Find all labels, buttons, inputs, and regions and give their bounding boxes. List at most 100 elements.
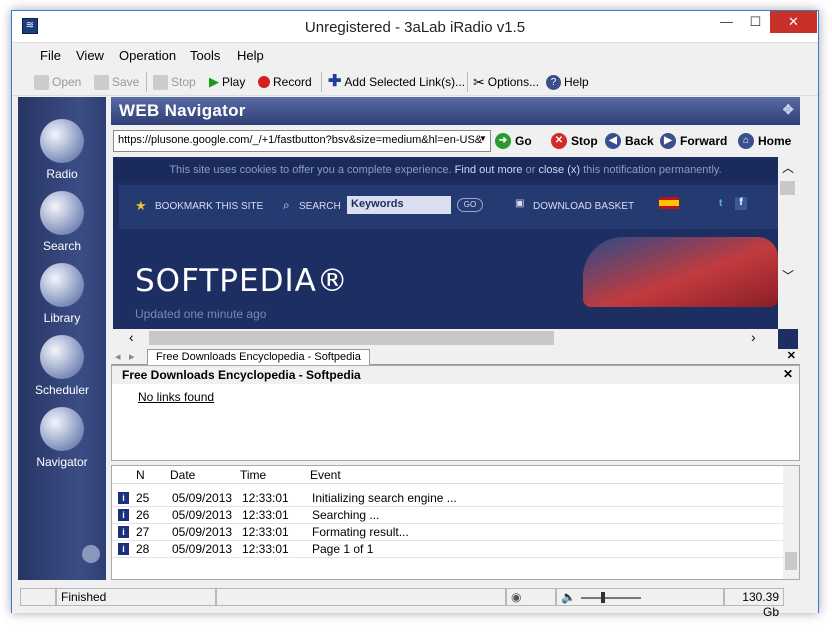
main-panel: WEB Navigator ✥ https://plusone.google.c… xyxy=(111,97,800,580)
column-header-time[interactable]: Time xyxy=(240,468,266,482)
open-button[interactable]: Open xyxy=(34,72,81,92)
chevron-down-icon[interactable]: ▼ xyxy=(479,134,487,143)
table-row[interactable]: i 27 05/09/2013 12:33:01 Formating resul… xyxy=(112,524,784,541)
scroll-down-icon[interactable]: ﹀ xyxy=(782,267,794,284)
scroll-left-icon[interactable]: ‹ xyxy=(129,329,134,345)
play-icon: ▶ xyxy=(209,74,219,89)
record-button[interactable]: Record xyxy=(258,72,312,92)
navigator-title: WEB Navigator xyxy=(119,101,246,120)
volume-control[interactable]: 🔈 xyxy=(556,588,724,606)
pin-icon[interactable]: ✥ xyxy=(783,102,794,118)
bookmark-link[interactable]: BOOKMARK THIS SITE xyxy=(155,201,263,212)
menu-file[interactable]: File xyxy=(40,48,61,63)
equalizer-icon[interactable] xyxy=(82,545,100,563)
toolbar-separator xyxy=(146,72,147,92)
indicator-icon: ◉ xyxy=(511,590,522,604)
menu-view[interactable]: View xyxy=(76,48,104,63)
radio-icon xyxy=(40,119,84,163)
url-input[interactable]: https://plusone.google.com/_/+1/fastbutt… xyxy=(113,130,491,152)
menu-help[interactable]: Help xyxy=(237,48,264,63)
menu-tools[interactable]: Tools xyxy=(190,48,220,63)
sidebar-item-library[interactable]: Library xyxy=(18,263,106,325)
twitter-icon[interactable]: t xyxy=(719,198,722,209)
title-bar[interactable]: ≋ Unregistered - 3aLab iRadio v1.5 — ☐ ✕ xyxy=(12,11,818,43)
table-row[interactable]: i 25 05/09/2013 12:33:01 Initializing se… xyxy=(112,490,784,507)
back-icon: ◀ xyxy=(605,133,621,149)
stop-navigation-button[interactable]: ✕ Stop xyxy=(551,132,598,150)
info-icon: i xyxy=(118,492,129,504)
plus-icon: ✚ xyxy=(328,73,342,90)
column-header-event[interactable]: Event xyxy=(310,468,341,482)
minimize-button[interactable]: — xyxy=(712,11,741,33)
toolbar-separator xyxy=(467,72,468,92)
scroll-thumb[interactable] xyxy=(149,331,554,345)
table-row[interactable]: i 26 05/09/2013 12:33:01 Searching ... xyxy=(112,507,784,524)
scroll-right-icon[interactable]: › xyxy=(751,329,756,345)
softpedia-logo[interactable]: SOFTPEDIA® xyxy=(135,263,349,299)
help-button[interactable]: ? Help xyxy=(546,72,589,92)
volume-track xyxy=(581,597,641,599)
site-go-button[interactable]: GO xyxy=(457,198,483,212)
scroll-up-icon[interactable]: ︿ xyxy=(782,159,794,176)
info-icon: i xyxy=(118,509,129,521)
back-button[interactable]: ◀ Back xyxy=(605,132,654,150)
tab-softpedia[interactable]: Free Downloads Encyclopedia - Softpedia xyxy=(147,349,370,365)
options-button[interactable]: ✂ Options... xyxy=(473,72,539,92)
web-view[interactable]: This site uses cookies to offer you a co… xyxy=(113,157,798,349)
sidebar-item-radio[interactable]: Radio xyxy=(18,119,106,181)
forward-icon: ▶ xyxy=(660,133,676,149)
url-row: https://plusone.google.com/_/+1/fastbutt… xyxy=(111,127,800,155)
updated-text: Updated one minute ago xyxy=(135,307,267,321)
magnifier-icon xyxy=(40,191,84,235)
column-header-n[interactable]: N xyxy=(136,468,145,482)
event-log: N Date Time Event i 25 05/09/2013 12:33:… xyxy=(111,465,800,580)
scroll-thumb[interactable] xyxy=(780,181,795,195)
sidebar: Radio Search Library Scheduler Navigator xyxy=(18,97,106,580)
disc-icon xyxy=(40,263,84,307)
toolbar: Open Save Stop ▶ Play Record ✚ Add Selecte… xyxy=(12,68,818,96)
maximize-button[interactable]: ☐ xyxy=(741,11,770,33)
clock-icon xyxy=(40,335,84,379)
search-icon: ⌕ xyxy=(283,198,290,212)
keywords-input[interactable]: Keywords xyxy=(347,196,451,214)
status-text: Finished xyxy=(56,588,216,606)
disk-space: 130.39 Gb xyxy=(724,588,784,619)
vertical-scrollbar[interactable]: ︿ ﹀ xyxy=(778,157,798,329)
tab-scroll-right-icon[interactable]: ▸ xyxy=(129,350,135,363)
close-tab-icon[interactable]: ✕ xyxy=(787,349,796,362)
forward-button[interactable]: ▶ Forward xyxy=(660,132,727,150)
close-cookie-link[interactable]: close (x) xyxy=(538,164,580,176)
find-out-more-link[interactable]: Find out more xyxy=(455,164,523,176)
record-icon xyxy=(258,76,270,88)
stop-button[interactable]: Stop xyxy=(153,72,196,92)
status-pane-progress xyxy=(216,588,506,606)
log-header: N Date Time Event xyxy=(112,466,784,484)
volume-slider-handle[interactable] xyxy=(601,592,605,603)
close-button[interactable]: ✕ xyxy=(770,11,817,33)
menu-bar: File View Operation Tools Help xyxy=(12,44,818,66)
close-links-panel-icon[interactable]: ✕ xyxy=(783,367,793,381)
no-links-label[interactable]: No links found xyxy=(138,390,214,404)
cookie-notice: This site uses cookies to offer you a co… xyxy=(113,159,778,181)
table-row[interactable]: i 28 05/09/2013 12:33:01 Page 1 of 1 xyxy=(112,541,784,558)
column-header-date[interactable]: Date xyxy=(170,468,195,482)
window-title: Unregistered - 3aLab iRadio v1.5 xyxy=(304,19,526,36)
go-icon: ➜ xyxy=(495,133,511,149)
home-button[interactable]: ⌂ Home xyxy=(738,132,791,150)
star-icon: ★ xyxy=(135,198,147,213)
go-button[interactable]: ➜ Go xyxy=(495,132,532,150)
sidebar-item-navigator[interactable]: Navigator xyxy=(18,407,106,469)
log-scrollbar[interactable] xyxy=(783,466,799,579)
sidebar-item-scheduler[interactable]: Scheduler xyxy=(18,335,106,397)
scroll-thumb[interactable] xyxy=(785,552,797,570)
download-basket-link[interactable]: DOWNLOAD BASKET xyxy=(533,201,634,212)
play-button[interactable]: ▶ Play xyxy=(209,72,245,92)
menu-operation[interactable]: Operation xyxy=(119,48,176,63)
facebook-icon[interactable]: f xyxy=(735,197,747,210)
add-selected-links-button[interactable]: ✚ Add Selected Link(s)... xyxy=(328,72,465,92)
horizontal-scrollbar[interactable]: ‹ › xyxy=(113,329,778,349)
save-button[interactable]: Save xyxy=(94,72,139,92)
tab-scroll-left-icon[interactable]: ◂ xyxy=(115,350,121,363)
spain-flag-icon[interactable] xyxy=(659,197,679,209)
sidebar-item-search[interactable]: Search xyxy=(18,191,106,253)
